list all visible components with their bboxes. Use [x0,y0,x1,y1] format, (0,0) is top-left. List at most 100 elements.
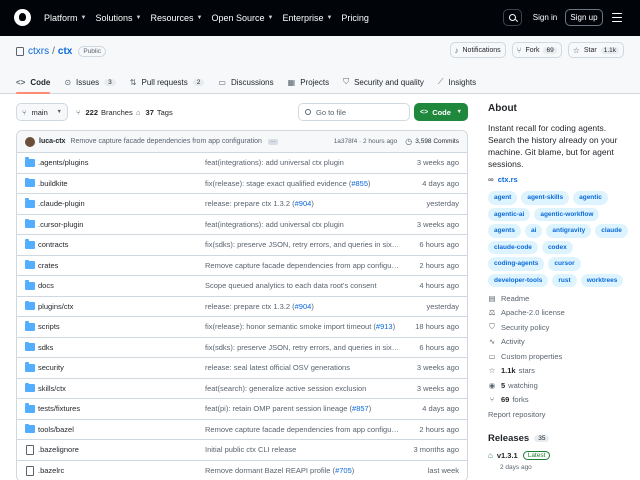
tab-code[interactable]: <> Code [16,70,51,94]
commit-message[interactable]: Remove capture facade dependencies from … [70,138,261,145]
file-commit-message[interactable]: feat(integrations): add universal ctx pl… [205,158,401,167]
tab-discussions[interactable]: ▭ Discussions [218,70,273,94]
tab-insights[interactable]: ⟋ Insights [438,70,476,94]
search-button[interactable] [503,9,522,26]
file-name-link[interactable]: .agents/plugins [38,158,88,167]
meta-item-security-policy[interactable]: ⛉ Security policy [488,320,628,335]
meta-item-readme[interactable]: ▤ Readme [488,291,628,306]
branches-link[interactable]: ⑂ 222 Branches [76,103,133,121]
file-name-link[interactable]: contracts [38,240,68,249]
file-name-link[interactable]: security [38,363,64,372]
meta-item-watching[interactable]: ◉ 5 watching [488,378,628,393]
sign-in-link[interactable]: Sign in [529,9,561,26]
pull-request-link[interactable]: #855 [351,179,368,188]
topic-tag[interactable]: agent [488,191,518,205]
file-name-link[interactable]: docs [38,281,54,290]
pull-request-link[interactable]: #904 [295,302,312,311]
file-name-link[interactable]: .cursor-plugin [38,220,83,229]
file-commit-message[interactable]: fix(sdks): preserve JSON, retry errors, … [205,343,401,352]
tab-security-and-quality[interactable]: ⛉ Security and quality [343,70,424,94]
file-commit-message[interactable]: release: seal latest official OSV genera… [205,363,401,372]
file-commit-message[interactable]: Remove capture facade dependencies from … [205,425,401,434]
file-name-link[interactable]: scripts [38,322,60,331]
topic-tag[interactable]: agent-skills [521,191,570,205]
file-name-link[interactable]: crates [38,261,58,270]
topic-tag[interactable]: developer-tools [488,273,549,287]
file-commit-message[interactable]: Remove capture facade dependencies from … [205,261,401,270]
pull-request-link[interactable]: #857 [352,404,369,413]
meta-item-activity[interactable]: ∿ Activity [488,335,628,350]
repo-name-link[interactable]: ctx [58,46,72,57]
file-commit-message[interactable]: fix(sdks): preserve JSON, retry errors, … [205,240,401,249]
file-name-link[interactable]: skills/ctx [38,384,66,393]
pull-request-link[interactable]: #705 [335,466,352,475]
file-commit-message[interactable]: Scope queued analytics to each data root… [205,281,401,290]
commit-expand-button[interactable]: ··· [267,138,278,145]
pull-request-link[interactable]: #904 [295,199,312,208]
sign-up-button[interactable]: Sign up [565,9,603,26]
file-name-link[interactable]: .bazelrc [38,466,64,475]
file-commit-message[interactable]: fix(release): stage exact qualified evid… [205,179,401,188]
file-name-link[interactable]: plugins/ctx [38,302,73,311]
file-commit-message[interactable]: Initial public ctx CLI release [205,445,401,454]
topic-tag[interactable]: claude-code [488,240,538,254]
commit-hash-time[interactable]: 1a378f4 · 2 hours ago [334,138,398,145]
nav-item-pricing[interactable]: Pricing [341,13,369,23]
topic-tag[interactable]: cursor [548,257,581,271]
meta-item-stars[interactable]: ☆ 1.1k stars [488,364,628,379]
report-repository-link[interactable]: Report repository [488,407,628,422]
file-commit-message[interactable]: fix(release): honor semantic smoke impor… [205,322,401,331]
tab-pull-requests[interactable]: ⇅ Pull requests 2 [130,70,205,94]
meta-item-custom-properties[interactable]: ▭ Custom properties [488,349,628,364]
file-commit-message[interactable]: release: prepare ctx 1.3.2 (#904) [205,302,401,311]
file-name-link[interactable]: tests/fixtures [38,404,80,413]
avatar[interactable] [25,136,35,147]
topic-tag[interactable]: agents [488,224,521,238]
file-name-link[interactable]: .claude-plugin [38,199,85,208]
file-commit-message[interactable]: release: prepare ctx 1.3.2 (#904) [205,199,401,208]
topic-tag[interactable]: rust [552,273,577,287]
nav-item-enterprise[interactable]: Enterprise ▼ [282,13,332,23]
file-name-link[interactable]: .bazelignore [38,445,79,454]
nav-item-open-source[interactable]: Open Source ▼ [211,13,273,23]
file-name-link[interactable]: sdks [38,343,53,352]
topic-tag[interactable]: worktrees [580,273,624,287]
file-commit-message[interactable]: Remove dormant Bazel REAPI profile (#705… [205,466,401,475]
topic-tag[interactable]: agentic [573,191,608,205]
topic-tag[interactable]: claude [595,224,628,238]
branch-select-button[interactable]: ⑂ main ▼ [16,103,68,121]
file-commit-message[interactable]: feat(integrations): add universal ctx pl… [205,220,401,229]
topic-tag[interactable]: codex [541,240,573,254]
pull-request-link[interactable]: #913 [376,322,393,331]
topic-tag[interactable]: agentic-workflow [534,207,600,221]
latest-release-link[interactable]: ⌂ v1.3.1 Latest [488,451,551,460]
code-button[interactable]: <> Code ▼ [414,103,468,121]
file-commit-message[interactable]: feat(pi): retain OMP parent session line… [205,404,401,413]
topic-tag[interactable]: antigravity [546,224,592,238]
github-logo-icon[interactable] [14,9,31,26]
topic-tag[interactable]: agentic-ai [488,207,531,221]
commits-link[interactable]: ◷ 3,598 Commits [405,137,459,146]
commit-author[interactable]: luca-ctx [39,138,65,145]
repo-owner-link[interactable]: ctxrs [28,46,49,57]
nav-item-resources[interactable]: Resources ▼ [150,13,202,23]
meta-item-forks[interactable]: ⑂ 69 forks [488,393,628,408]
releases-heading[interactable]: Releases 35 [488,433,550,444]
topic-tag[interactable]: ai [524,224,543,238]
tab-issues[interactable]: ⊙ Issues 3 [64,70,116,94]
meta-item-apache-2-0-license[interactable]: ⚖ Apache-2.0 license [488,306,628,321]
notifications-button[interactable]: ♪ Notifications [449,42,506,58]
menu-icon[interactable] [612,13,622,22]
fork-button[interactable]: ⑂ Fork 69 [511,42,562,58]
file-name-link[interactable]: tools/bazel [38,425,74,434]
website-link[interactable]: ∞ ctx.rs [488,175,518,184]
topic-tag[interactable]: coding-agents [488,257,545,271]
go-to-file-input[interactable]: Go to file [298,103,410,121]
file-name-link[interactable]: .buildkite [38,179,68,188]
tags-link[interactable]: ⌂ 37 Tags [136,103,173,121]
star-button[interactable]: ☆ Star 1.1k [567,42,624,58]
nav-item-solutions[interactable]: Solutions ▼ [95,13,141,23]
file-commit-message[interactable]: feat(search): generalize active session … [205,384,401,393]
nav-item-platform[interactable]: Platform ▼ [44,13,86,23]
tab-projects[interactable]: ▦ Projects [288,70,329,94]
